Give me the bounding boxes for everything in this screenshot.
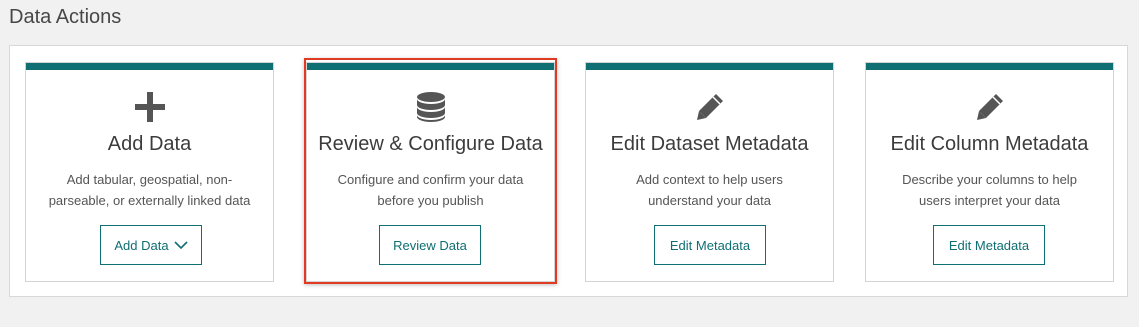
edit-dataset-metadata-card: Edit Dataset Metadata Add context to hel… — [585, 62, 834, 282]
pencil-icon — [866, 87, 1113, 127]
add-data-button[interactable]: Add Data — [100, 225, 202, 265]
card-title: Add Data — [107, 133, 192, 155]
button-label: Edit Metadata — [669, 237, 751, 253]
button-label: Add Data — [114, 237, 169, 253]
add-data-card: Add Data Add tabular, geospatial, non-pa… — [25, 62, 274, 282]
button-label: Edit Metadata — [948, 237, 1030, 253]
pencil-icon — [586, 87, 833, 127]
button-label: Review Data — [393, 237, 467, 253]
plus-icon — [26, 87, 273, 127]
card-description: Configure and confirm your data before y… — [337, 172, 524, 208]
card-accent-bar — [307, 63, 554, 70]
review-data-button[interactable]: Review Data — [379, 225, 481, 265]
card-description: Add context to help users understand you… — [636, 172, 783, 208]
edit-column-metadata-button[interactable]: Edit Metadata — [933, 225, 1045, 265]
database-icon — [307, 87, 554, 127]
chevron-down-icon — [174, 238, 188, 253]
edit-dataset-metadata-button[interactable]: Edit Metadata — [654, 225, 766, 265]
card-title: Edit Column Metadata — [890, 133, 1089, 155]
card-accent-bar — [866, 63, 1113, 70]
review-configure-data-card: Review & Configure Data Configure and co… — [306, 62, 555, 282]
card-accent-bar — [586, 63, 833, 70]
card-description: Describe your columns to help users inte… — [902, 172, 1077, 208]
data-actions-panel: Add Data Add tabular, geospatial, non-pa… — [9, 45, 1128, 297]
card-title: Review & Configure Data — [318, 133, 543, 155]
card-title: Edit Dataset Metadata — [610, 133, 809, 155]
section-title: Data Actions — [9, 6, 122, 28]
card-description: Add tabular, geospatial, non-parseable, … — [48, 172, 251, 208]
card-accent-bar — [26, 63, 273, 70]
edit-column-metadata-card: Edit Column Metadata Describe your colum… — [865, 62, 1114, 282]
